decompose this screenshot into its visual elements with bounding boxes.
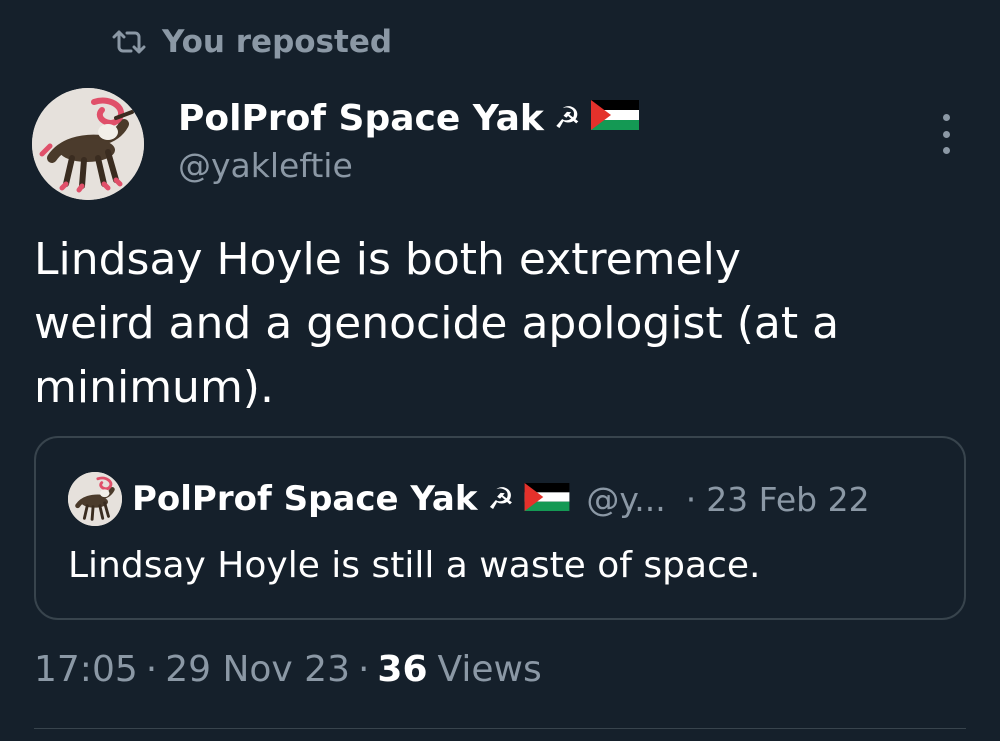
tweet-text: Lindsay Hoyle is both extremely weird an… [34,234,840,413]
tweet-time[interactable]: 17:05 [34,644,138,696]
tweet-detail-page: You reposted PolProf Space Yak ☭ @yaklef… [0,0,1000,741]
author-handle: @yakleftie [178,146,353,185]
quote-text: Lindsay Hoyle is still a waste of space. [68,545,761,586]
tweet-date[interactable]: 29 Nov 23 [165,644,350,696]
tweet-meta: 17:05 · 29 Nov 23 · 36 Views [34,644,542,696]
repost-label: You reposted [162,24,393,60]
quote-date: 23 Feb 22 [706,479,870,519]
views-label[interactable]: Views [438,644,542,696]
more-options-button[interactable] [938,114,954,154]
palestine-flag-icon [590,96,639,142]
quote-avatar [68,472,122,526]
author-name-row: PolProf Space Yak ☭ [178,96,639,142]
more-vertical-icon-dot [942,130,950,138]
quote-author-name: PolProf Space Yak [132,479,478,519]
repost-icon [112,27,146,57]
meta-separator: · [145,649,158,690]
more-vertical-icon-dot [942,147,950,154]
quote-separator: · [685,479,697,519]
author-info[interactable]: PolProf Space Yak ☭ @yakleftie [178,96,639,188]
palestine-flag-icon [524,483,570,515]
divider [34,728,966,729]
quoted-tweet-card[interactable]: PolProf Space Yak ☭ @y... · 23 Feb 22 Li… [34,436,966,620]
meta-separator: · [357,649,370,690]
repost-indicator[interactable]: You reposted [112,24,392,60]
avatar[interactable] [32,88,144,200]
quote-author-handle: @y... [586,479,666,519]
author-name: PolProf Space Yak [178,98,544,139]
hammer-sickle-icon: ☭ [553,101,581,136]
more-vertical-icon [942,114,950,121]
views-count[interactable]: 36 [377,644,427,696]
hammer-sickle-icon: ☭ [487,481,515,517]
quote-header: PolProf Space Yak ☭ @y... · 23 Feb 22 [68,472,870,526]
